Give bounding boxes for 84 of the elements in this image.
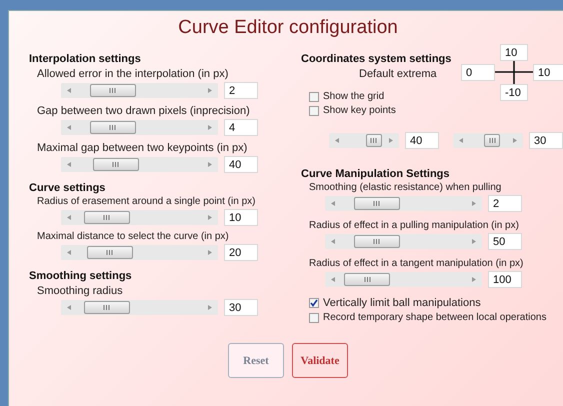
slider-label: Smoothing (elastic resistance) when pulling [309,182,502,193]
right-arrow-icon[interactable] [208,250,212,255]
right-arrow-icon[interactable] [208,215,212,220]
checkbox-label: Record temporary shape between local operations [323,312,546,323]
left-arrow-icon[interactable] [331,201,335,206]
slider[interactable] [325,234,482,249]
slider-label: Radius of erasement around a single point (in px) [37,196,256,207]
slider-label: Radius of effect in a pulling manipulation (in px) [309,220,520,231]
left-arrow-icon[interactable] [67,215,71,220]
left-arrow-icon[interactable] [67,305,71,310]
right-arrow-icon[interactable] [389,138,393,143]
dialog-title: Curve Editor configuration [177,17,399,39]
right-arrow-icon[interactable] [208,162,212,167]
right-arrow-icon[interactable] [208,305,212,310]
checkbox[interactable] [309,312,319,322]
checkbox-label: Vertically limit ball manipulations [323,297,481,309]
section-heading: Curve settings [29,182,106,194]
value-field[interactable]: 10 [224,209,258,226]
right-arrow-icon[interactable] [513,138,517,143]
checkbox[interactable] [309,106,319,116]
value-field[interactable]: 30 [224,299,258,316]
left-arrow-icon[interactable] [67,250,71,255]
slider-label: Allowed error in the interpolation (in px) [37,68,230,80]
slider-thumb[interactable] [366,134,382,147]
right-arrow-icon[interactable] [472,201,476,206]
value-field[interactable]: 40 [224,156,258,173]
right-arrow-icon[interactable] [208,88,212,93]
right-arrow-icon[interactable] [472,277,476,282]
right-arrow-icon[interactable] [472,239,476,244]
slider-thumb[interactable] [90,121,136,134]
slider-thumb[interactable] [84,301,130,314]
slider[interactable] [61,210,218,225]
value-field[interactable]: 4 [224,119,258,136]
section-heading: Interpolation settings [29,53,142,65]
slider[interactable] [325,196,482,211]
section-heading: Smoothing settings [29,270,133,282]
caption: Default extrema [359,68,438,80]
left-arrow-icon[interactable] [331,277,335,282]
slider-label: Gap between two drawn pixels (inprecision) [37,105,251,117]
left-arrow-icon[interactable] [331,239,335,244]
value-field[interactable]: 50 [488,233,522,250]
value-field[interactable]: 100 [488,271,522,288]
slider-thumb[interactable] [354,197,400,210]
slider-thumb[interactable] [344,273,390,286]
checkbox[interactable] [309,298,319,308]
value-field[interactable]: 40 [405,132,439,149]
slider[interactable] [61,120,218,135]
slider-thumb[interactable] [90,84,136,97]
slider-label: Radius of effect in a tangent manipulation (in px) [309,258,524,269]
left-arrow-icon[interactable] [67,162,71,167]
slider-label: Smoothing radius [37,285,124,297]
slider-label: Maximal distance to select the curve (in px) [37,231,230,242]
slider[interactable] [61,245,218,260]
value-field[interactable]: 30 [529,132,563,149]
validate-button[interactable]: Validate [292,343,348,378]
right-field[interactable]: 10 [533,64,563,80]
left-field[interactable]: 0 [461,64,495,80]
right-arrow-icon[interactable] [208,125,212,130]
left-arrow-icon[interactable] [67,125,71,130]
slider-thumb[interactable] [484,134,500,147]
left-arrow-icon[interactable] [335,138,339,143]
left-arrow-icon[interactable] [459,138,463,143]
slider[interactable] [325,272,482,287]
value-field[interactable]: 2 [224,82,258,99]
checkbox-label: Show key points [323,105,396,116]
top-field[interactable]: 10 [500,44,528,60]
slider[interactable] [453,133,523,148]
value-field[interactable]: 20 [224,244,258,261]
bottom-field[interactable]: -10 [500,84,528,100]
slider-thumb[interactable] [354,235,400,248]
slider[interactable] [61,83,218,98]
slider-label: Maximal gap between two keypoints (in px) [37,142,248,154]
value-field[interactable]: 2 [488,195,522,212]
slider[interactable] [61,157,218,172]
slider[interactable] [329,133,399,148]
slider-thumb[interactable] [84,211,130,224]
slider[interactable] [61,300,218,315]
section-heading: Curve Manipulation Settings [301,168,451,180]
slider-thumb[interactable] [86,246,133,259]
left-arrow-icon[interactable] [67,88,71,93]
slider-thumb[interactable] [92,158,139,171]
section-heading: Coordinates system settings [301,53,452,65]
checkbox[interactable] [309,92,319,102]
checkbox-label: Show the grid [323,91,384,102]
